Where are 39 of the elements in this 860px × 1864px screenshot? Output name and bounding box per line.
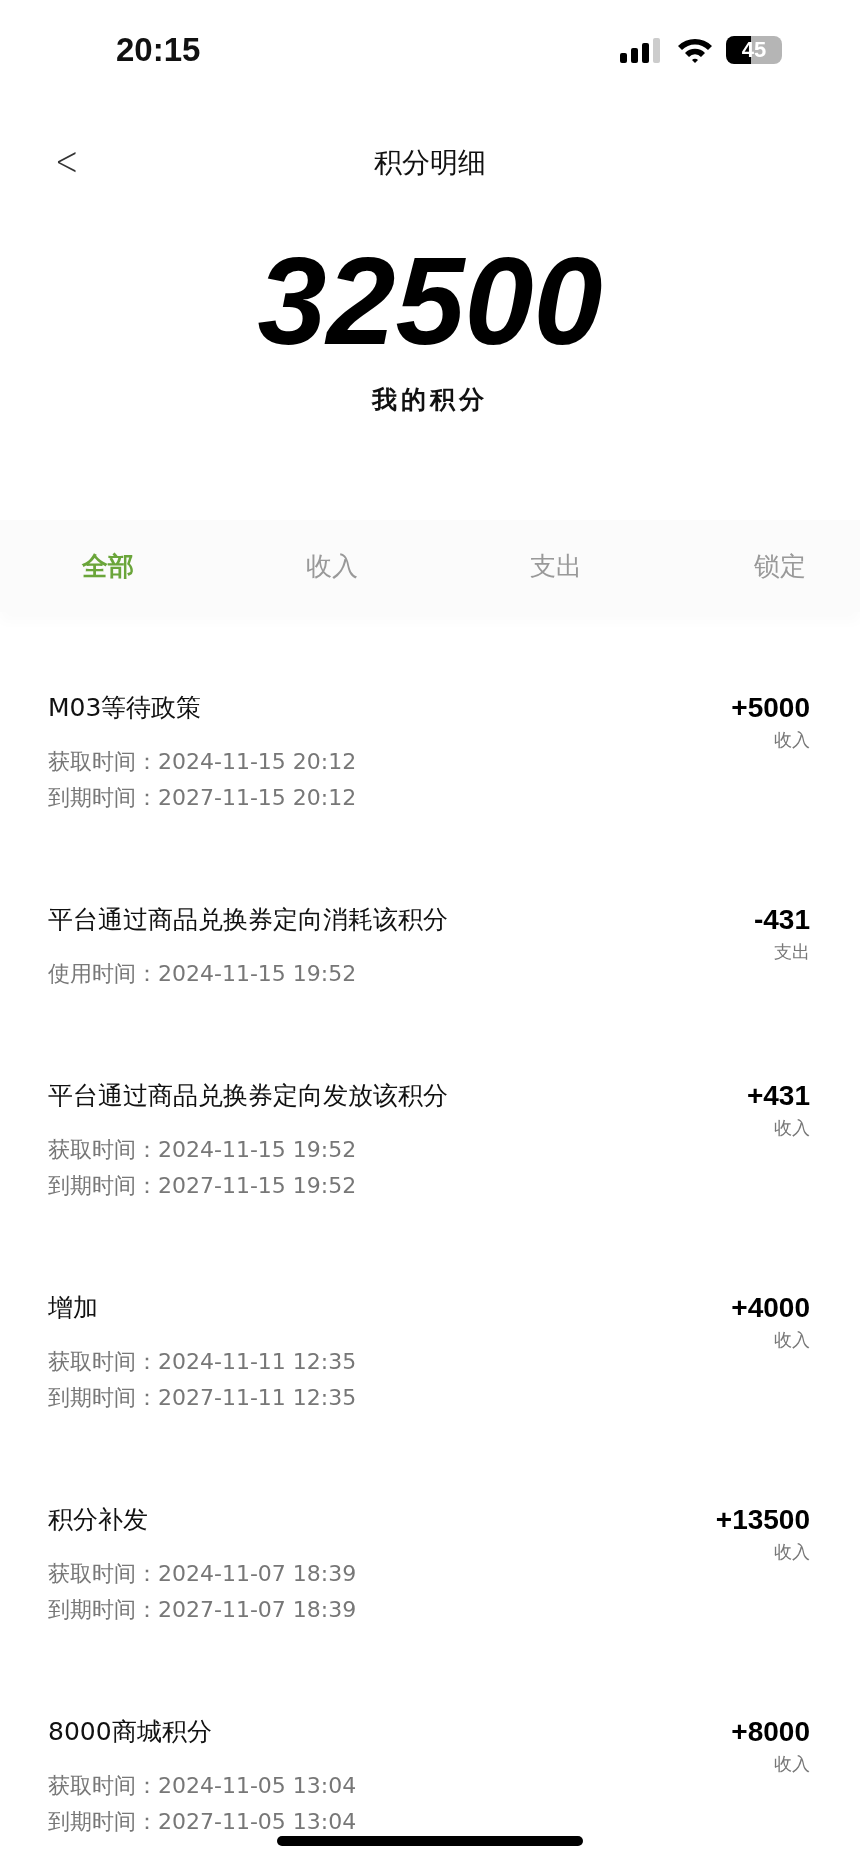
filter-tab[interactable]: 全部 xyxy=(72,542,144,590)
record-type: 收入 xyxy=(774,1116,810,1140)
record-title: 积分补发 xyxy=(48,1504,149,1536)
filter-tab[interactable]: 支出 xyxy=(520,542,592,590)
record-date: 到期时间：2027-11-05 13:04 xyxy=(48,1808,357,1836)
record-title: 平台通过商品兑换券定向消耗该积分 xyxy=(48,904,448,936)
wifi-icon xyxy=(676,36,714,64)
record-amount: +431 xyxy=(746,1079,810,1113)
back-button[interactable]: < xyxy=(50,138,83,184)
record-date: 获取时间：2024-11-05 13:04 xyxy=(48,1772,357,1800)
filter-tab[interactable]: 锁定 xyxy=(744,542,816,590)
record-amount: -431 xyxy=(753,903,810,937)
record-type: 收入 xyxy=(774,1752,810,1776)
filter-tab[interactable]: 收入 xyxy=(296,542,368,590)
record-type: 收入 xyxy=(774,1328,810,1352)
record-amount: +8000 xyxy=(731,1715,810,1749)
record-date: 到期时间：2027-11-11 12:35 xyxy=(48,1384,357,1412)
record-date: 到期时间：2027-11-07 18:39 xyxy=(48,1596,357,1624)
record-type: 支出 xyxy=(774,940,810,964)
record-date: 到期时间：2027-11-15 19:52 xyxy=(48,1172,358,1200)
record-date: 获取时间：2024-11-07 18:39 xyxy=(48,1560,357,1588)
page-title: 积分明细 xyxy=(374,145,486,181)
record-date: 获取时间：2024-11-11 12:35 xyxy=(48,1348,357,1376)
record-amount: +4000 xyxy=(731,1291,810,1325)
record-amount: +13500 xyxy=(715,1503,810,1537)
record-type: 收入 xyxy=(774,728,810,752)
record-title: 平台通过商品兑换券定向发放该积分 xyxy=(48,1080,448,1112)
record-date: 获取时间：2024-11-15 20:12 xyxy=(48,748,357,776)
record-title: 增加 xyxy=(48,1292,99,1324)
record-title: M03等待政策 xyxy=(48,692,203,724)
points-total: 32500 xyxy=(257,236,603,366)
record-date: 获取时间：2024-11-15 19:52 xyxy=(48,1136,358,1164)
points-label: 我的积分 xyxy=(372,384,488,416)
record-title: 8000商城积分 xyxy=(48,1716,213,1748)
record-amount: +5000 xyxy=(731,691,810,725)
record-date: 使用时间：2024-11-15 19:52 xyxy=(48,960,358,988)
record-date: 到期时间：2027-11-15 20:12 xyxy=(48,784,357,812)
status-time: 20:15 xyxy=(116,31,201,69)
record-type: 收入 xyxy=(774,1540,810,1564)
